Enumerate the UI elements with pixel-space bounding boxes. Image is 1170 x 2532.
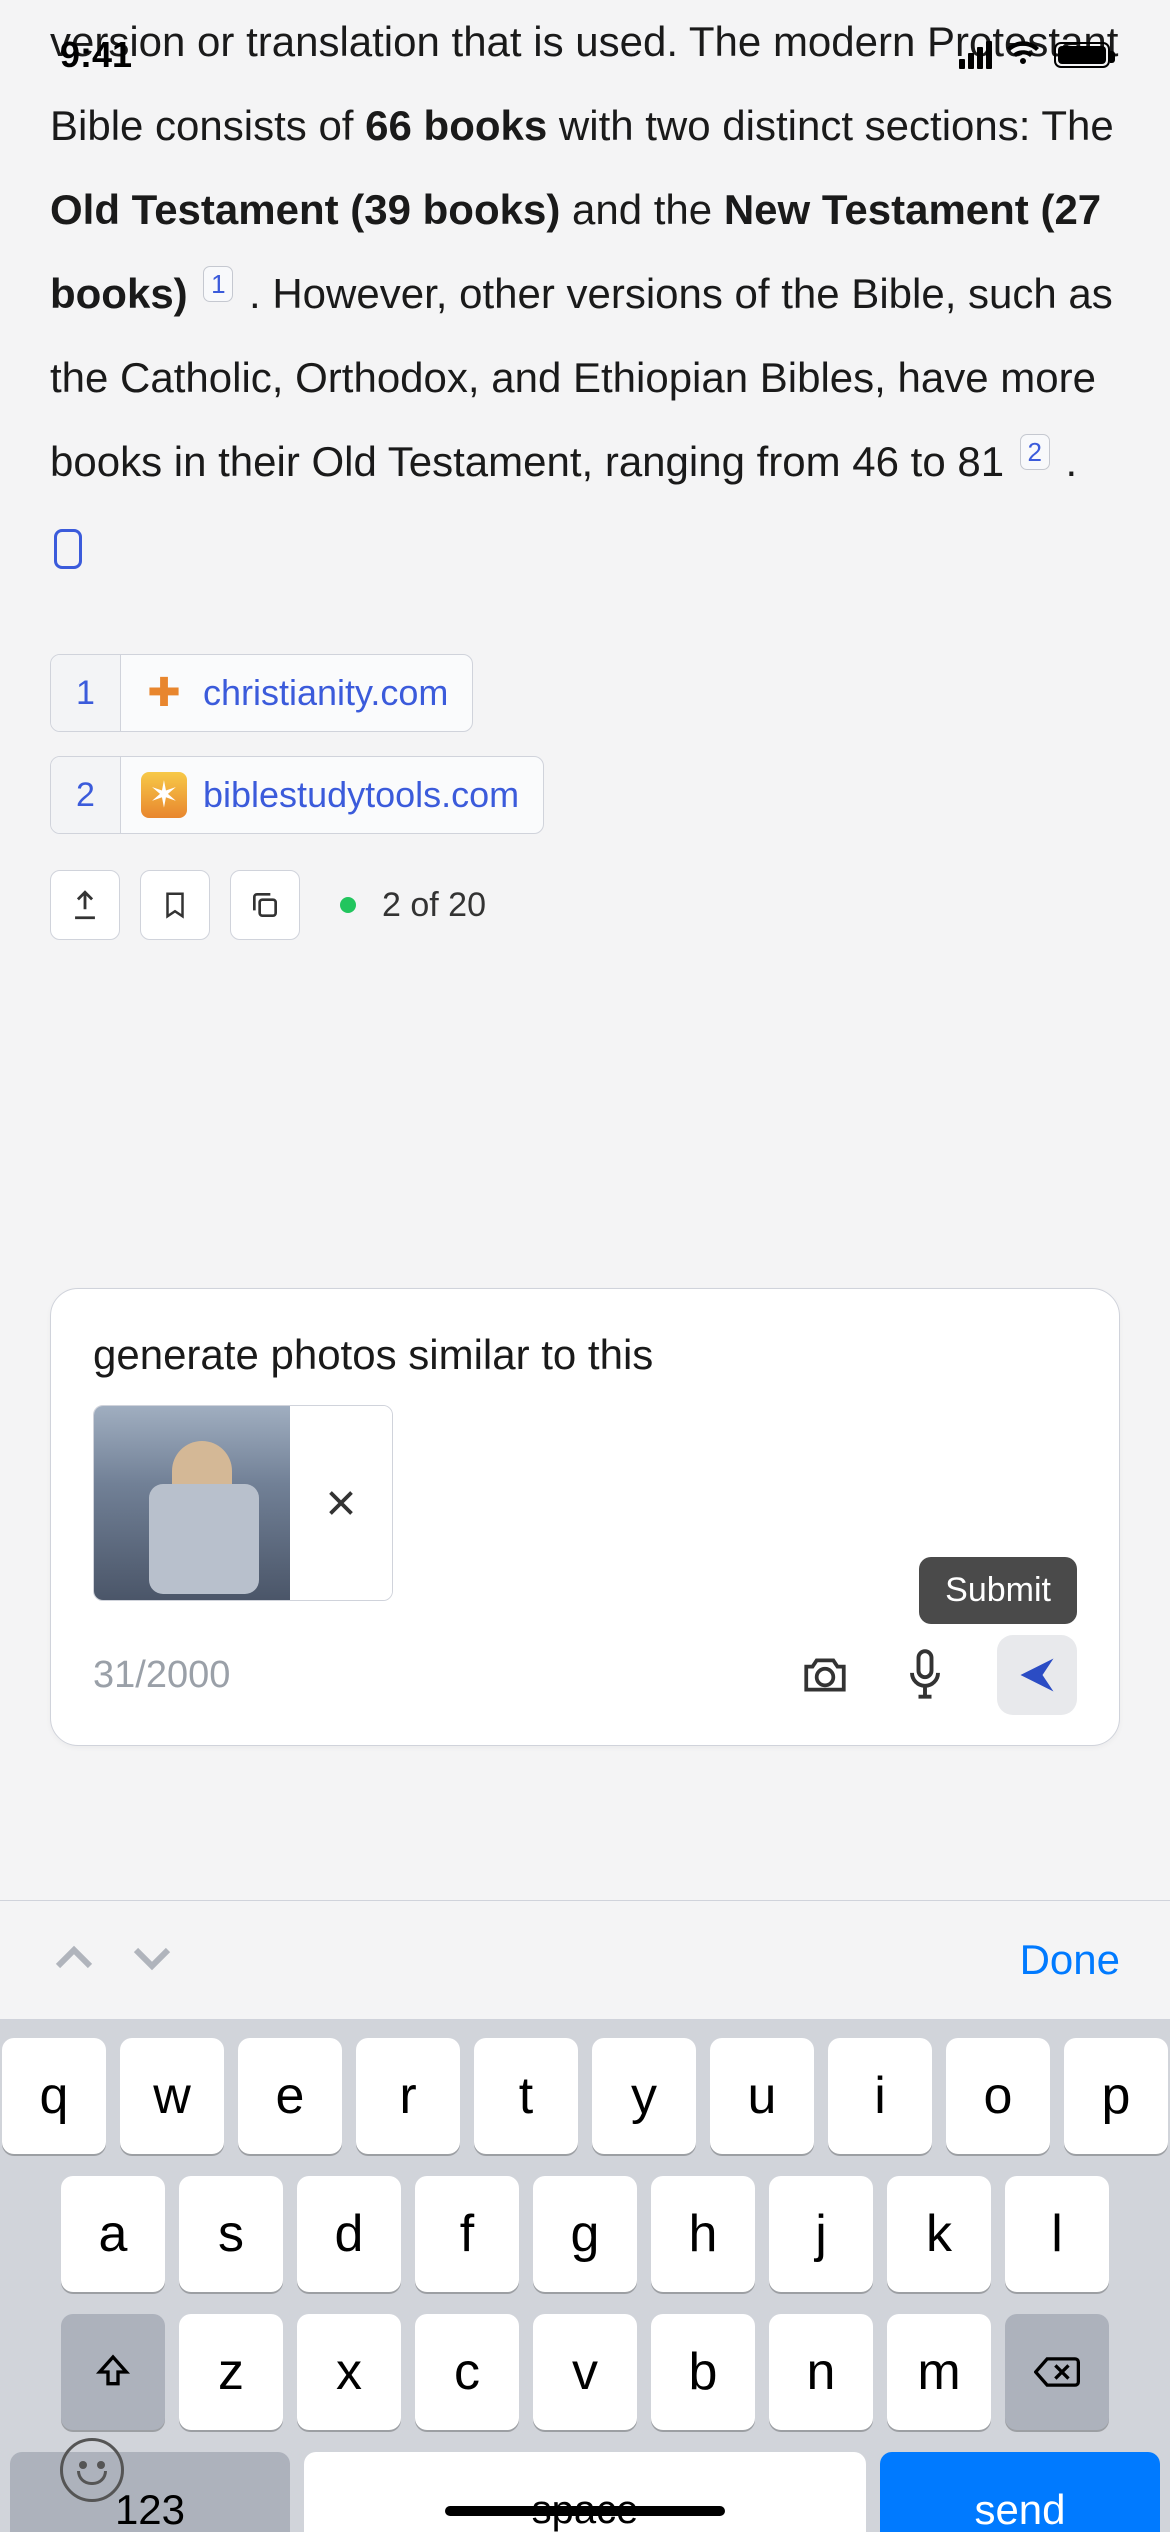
article-text: and the bbox=[572, 186, 724, 233]
key-l[interactable]: l bbox=[1005, 2176, 1109, 2292]
source-link-1[interactable]: 1 ✚ christianity.com bbox=[50, 654, 473, 732]
key-send[interactable]: send bbox=[880, 2452, 1160, 2532]
key-i[interactable]: i bbox=[828, 2038, 932, 2154]
source-number: 2 bbox=[51, 757, 121, 833]
key-o[interactable]: o bbox=[946, 2038, 1050, 2154]
article-content: version or translation that is used. The… bbox=[0, 0, 1170, 940]
key-s[interactable]: s bbox=[179, 2176, 283, 2292]
key-shift[interactable] bbox=[61, 2314, 165, 2430]
bookmark-button[interactable] bbox=[140, 870, 210, 940]
status-time: 9:41 bbox=[60, 34, 132, 76]
action-bar: 2 of 20 bbox=[50, 870, 1120, 940]
status-dot-icon bbox=[340, 897, 356, 913]
wifi-icon bbox=[1004, 38, 1042, 73]
keyboard-row-3: z x c v b n m bbox=[10, 2314, 1160, 2430]
status-bar: 9:41 bbox=[0, 0, 1170, 110]
source-label: biblestudytools.com bbox=[203, 759, 543, 831]
key-e[interactable]: e bbox=[238, 2038, 342, 2154]
key-t[interactable]: t bbox=[474, 2038, 578, 2154]
send-button[interactable] bbox=[997, 1635, 1077, 1715]
key-k[interactable]: k bbox=[887, 2176, 991, 2292]
key-x[interactable]: x bbox=[297, 2314, 401, 2430]
character-count: 31/2000 bbox=[93, 1654, 230, 1697]
citation-badge-1[interactable]: 1 bbox=[203, 266, 233, 302]
key-c[interactable]: c bbox=[415, 2314, 519, 2430]
image-attachment[interactable] bbox=[93, 1405, 393, 1601]
key-g[interactable]: g bbox=[533, 2176, 637, 2292]
message-input-card[interactable]: generate photos similar to this Submit 3… bbox=[50, 1288, 1120, 1746]
key-space[interactable]: space bbox=[304, 2452, 866, 2532]
biblestudytools-favicon: ✶ bbox=[141, 772, 187, 818]
copy-button[interactable] bbox=[230, 870, 300, 940]
key-a[interactable]: a bbox=[61, 2176, 165, 2292]
battery-icon bbox=[1054, 42, 1110, 68]
microphone-button[interactable] bbox=[897, 1647, 953, 1703]
key-j[interactable]: j bbox=[769, 2176, 873, 2292]
keyboard-row-1: q w e r t y u i o p bbox=[10, 2038, 1160, 2154]
key-m[interactable]: m bbox=[887, 2314, 991, 2430]
remove-attachment-button[interactable] bbox=[290, 1406, 392, 1600]
key-q[interactable]: q bbox=[2, 2038, 106, 2154]
camera-button[interactable] bbox=[797, 1647, 853, 1703]
next-field-button[interactable] bbox=[128, 1934, 176, 1987]
source-number: 1 bbox=[51, 655, 121, 731]
key-backspace[interactable] bbox=[1005, 2314, 1109, 2430]
source-label: christianity.com bbox=[203, 657, 472, 729]
share-button[interactable] bbox=[50, 870, 120, 940]
emoji-button[interactable] bbox=[60, 2438, 124, 2502]
ios-keyboard: q w e r t y u i o p a s d f g h j k l z bbox=[0, 2020, 1170, 2532]
source-link-2[interactable]: 2 ✶ biblestudytools.com bbox=[50, 756, 544, 834]
citation-badge-2[interactable]: 2 bbox=[1020, 434, 1050, 470]
key-n[interactable]: n bbox=[769, 2314, 873, 2430]
page-counter: 2 of 20 bbox=[382, 871, 486, 939]
key-b[interactable]: b bbox=[651, 2314, 755, 2430]
keyboard-toolbar: Done bbox=[0, 1900, 1170, 2020]
key-w[interactable]: w bbox=[120, 2038, 224, 2154]
submit-button[interactable]: Submit bbox=[919, 1557, 1077, 1624]
article-text: . However, other versions of the Bible, … bbox=[50, 270, 1113, 485]
attachment-thumbnail bbox=[94, 1406, 290, 1601]
key-z[interactable]: z bbox=[179, 2314, 283, 2430]
bold-text: Old Testament (39 books) bbox=[50, 186, 560, 233]
keyboard-done-button[interactable]: Done bbox=[1020, 1936, 1120, 1984]
text-cursor-icon bbox=[54, 529, 82, 569]
key-f[interactable]: f bbox=[415, 2176, 519, 2292]
article-text: . bbox=[1065, 438, 1077, 485]
keyboard-row-2: a s d f g h j k l bbox=[10, 2176, 1160, 2292]
key-h[interactable]: h bbox=[651, 2176, 755, 2292]
sources-list: 1 ✚ christianity.com 2 ✶ biblestudytools… bbox=[50, 648, 1120, 940]
key-d[interactable]: d bbox=[297, 2176, 401, 2292]
message-text[interactable]: generate photos similar to this bbox=[93, 1331, 1077, 1379]
key-u[interactable]: u bbox=[710, 2038, 814, 2154]
key-r[interactable]: r bbox=[356, 2038, 460, 2154]
key-y[interactable]: y bbox=[592, 2038, 696, 2154]
keyboard-row-4: 123 space send bbox=[10, 2452, 1160, 2532]
cellular-icon bbox=[959, 41, 992, 69]
prev-field-button[interactable] bbox=[50, 1934, 98, 1987]
home-indicator[interactable] bbox=[445, 2506, 725, 2516]
christianity-favicon: ✚ bbox=[141, 670, 187, 716]
key-v[interactable]: v bbox=[533, 2314, 637, 2430]
key-123[interactable]: 123 bbox=[10, 2452, 290, 2532]
key-p[interactable]: p bbox=[1064, 2038, 1168, 2154]
status-indicators bbox=[959, 38, 1110, 73]
